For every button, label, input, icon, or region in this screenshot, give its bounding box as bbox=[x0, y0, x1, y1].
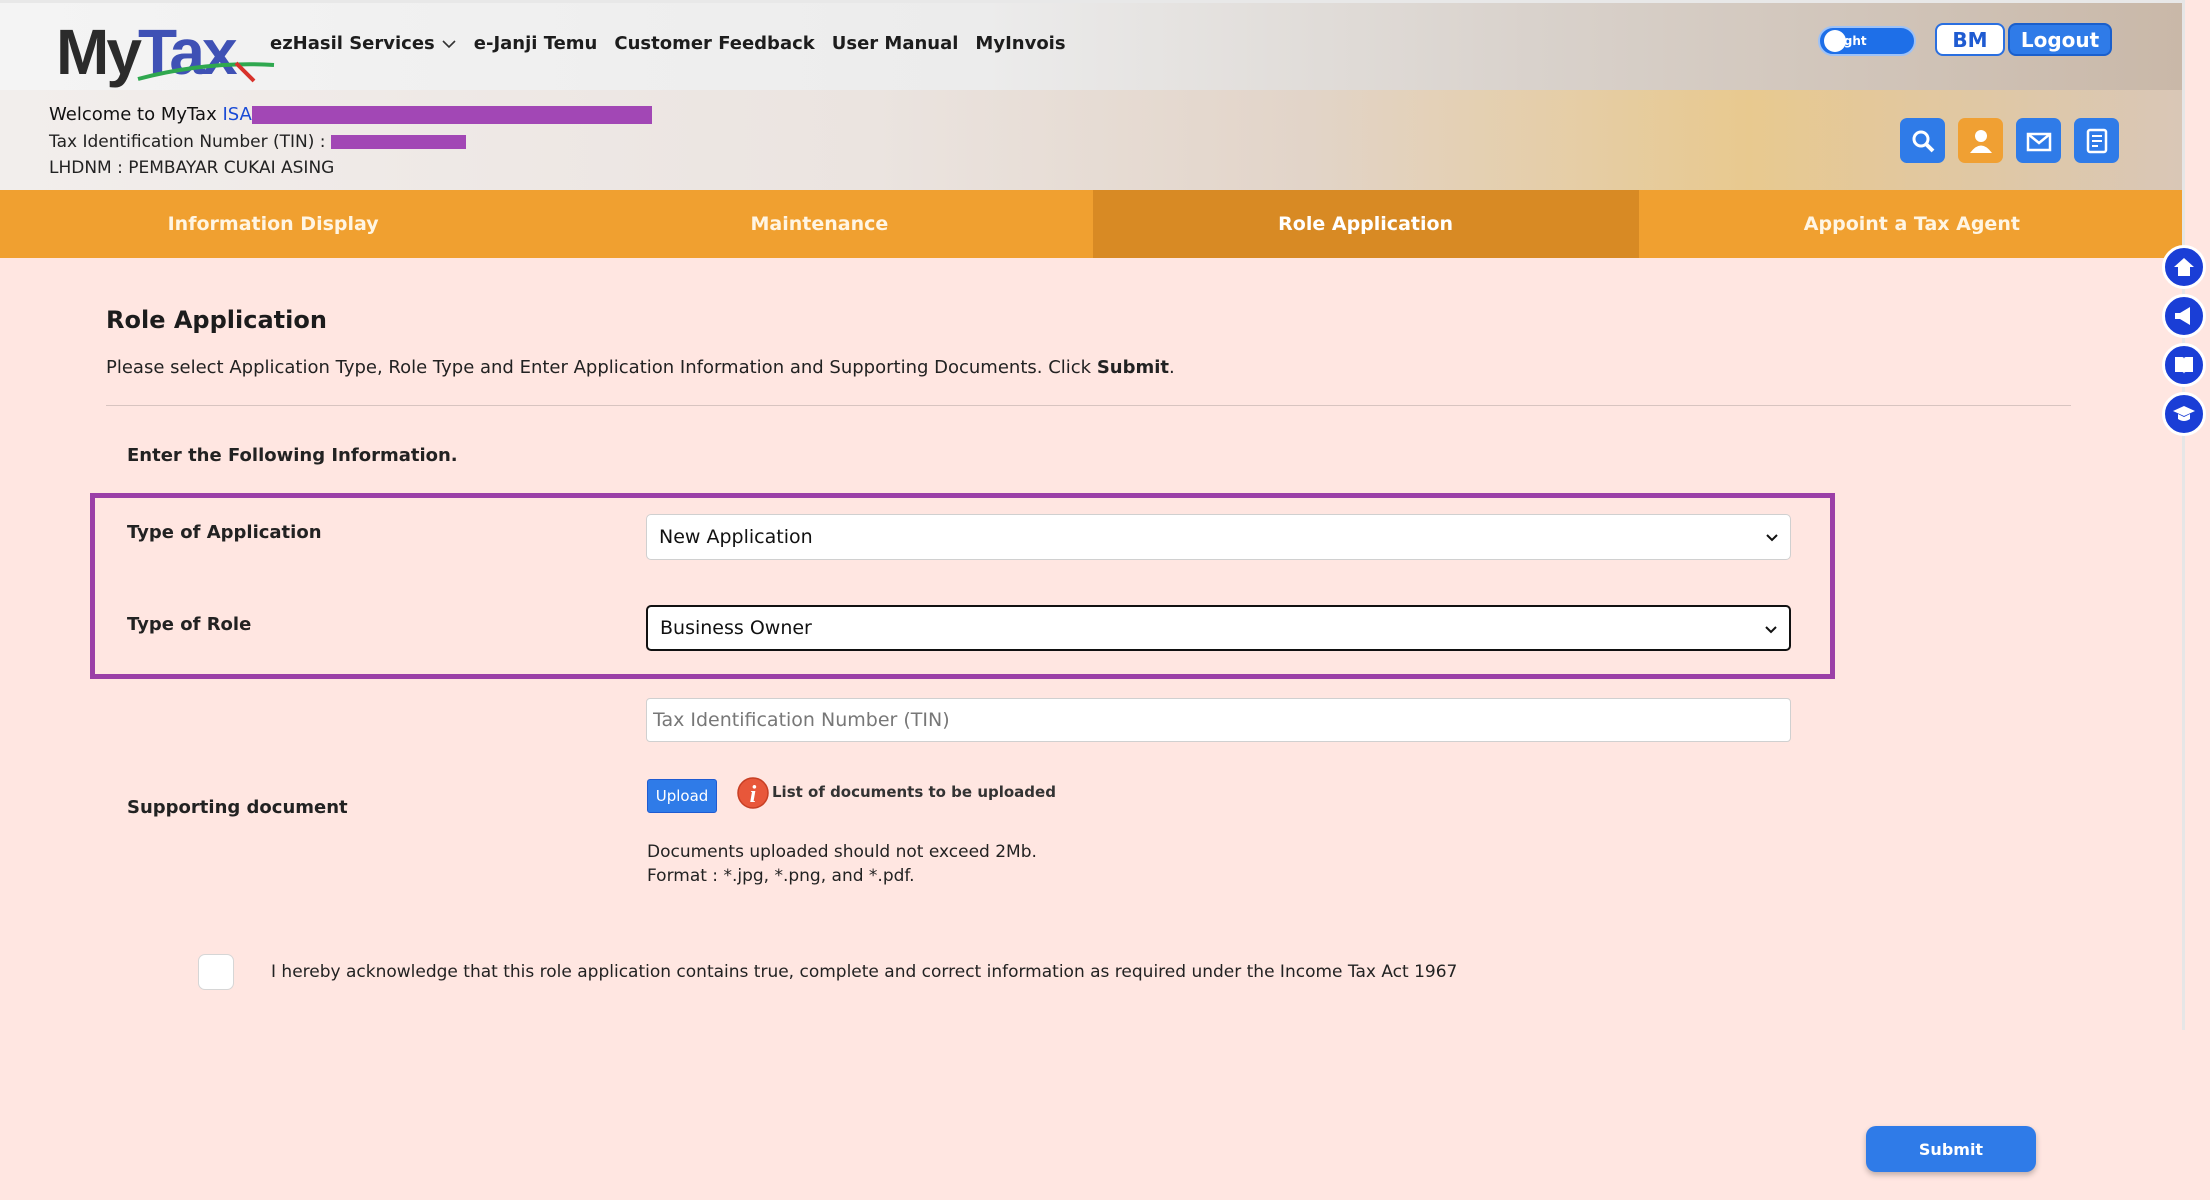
welcome-name: ISA bbox=[222, 104, 252, 125]
acknowledgement-text: I hereby acknowledge that this role appl… bbox=[271, 962, 1458, 982]
logout-button[interactable]: Logout bbox=[2008, 23, 2112, 56]
type-of-role-select[interactable]: Business Owner bbox=[646, 605, 1791, 651]
main-nav: ezHasil Services e-Janji Temu Customer F… bbox=[270, 33, 1083, 54]
mail-button[interactable] bbox=[2016, 118, 2061, 163]
profile-button[interactable] bbox=[1958, 118, 2003, 163]
submit-button[interactable]: Submit bbox=[1866, 1126, 2036, 1172]
nav-ezhasil-services[interactable]: ezHasil Services bbox=[270, 33, 457, 54]
tin-input[interactable] bbox=[646, 698, 1791, 742]
svg-text:i: i bbox=[750, 782, 757, 808]
tin-label: Tax Identification Number (TIN) : bbox=[49, 132, 326, 152]
nav-user-manual[interactable]: User Manual bbox=[832, 33, 959, 54]
theme-toggle[interactable]: Light bbox=[1818, 26, 1916, 56]
chevron-down-icon bbox=[442, 39, 456, 48]
home-icon bbox=[2174, 258, 2194, 276]
welcome-prefix: Welcome to MyTax bbox=[49, 104, 223, 125]
type-of-application-select[interactable]: New Application bbox=[646, 514, 1791, 560]
page-title: Role Application bbox=[106, 306, 327, 334]
upload-button[interactable]: Upload bbox=[647, 779, 717, 813]
tab-information-display[interactable]: Information Display bbox=[0, 190, 546, 258]
tin-line: Tax Identification Number (TIN) : bbox=[49, 132, 466, 152]
tab-maintenance[interactable]: Maintenance bbox=[546, 190, 1092, 258]
envelope-icon bbox=[2026, 132, 2051, 151]
instruction-bold: Submit bbox=[1096, 357, 1170, 378]
section-heading: Enter the Following Information. bbox=[127, 445, 458, 466]
megaphone-icon bbox=[2175, 307, 2190, 325]
nav-e-janji-temu[interactable]: e-Janji Temu bbox=[474, 33, 598, 54]
supporting-document-label: Supporting document bbox=[127, 797, 348, 818]
tab-role-application[interactable]: Role Application bbox=[1092, 190, 1639, 258]
announcement-side-button[interactable] bbox=[2162, 294, 2206, 338]
user-icon bbox=[1969, 129, 1992, 153]
search-icon bbox=[1912, 130, 1934, 152]
upload-size-note: Documents uploaded should not exceed 2Mb… bbox=[647, 842, 1037, 862]
logo-text-my: My bbox=[56, 16, 142, 88]
select-value: New Application bbox=[659, 526, 813, 548]
tab-appoint-tax-agent[interactable]: Appoint a Tax Agent bbox=[1639, 190, 2185, 258]
redacted-name bbox=[251, 106, 652, 124]
redacted-tin bbox=[330, 135, 466, 149]
instruction-text: Please select Application Type, Role Typ… bbox=[106, 357, 1175, 378]
chevron-down-icon bbox=[1765, 626, 1777, 634]
education-side-button[interactable] bbox=[2162, 392, 2206, 436]
welcome-text: Welcome to MyTax ISA bbox=[49, 104, 652, 125]
instruction-main: Please select Application Type, Role Typ… bbox=[106, 357, 1097, 378]
quick-icons bbox=[1900, 118, 2119, 163]
graduation-cap-icon bbox=[2173, 406, 2195, 421]
section-divider bbox=[106, 405, 2071, 406]
book-icon bbox=[2175, 357, 2193, 374]
acknowledgement-checkbox[interactable] bbox=[198, 954, 234, 990]
page: My Tax ezHasil Services e-Janji Temu Cus… bbox=[0, 0, 2210, 1200]
tab-bar: Information Display Maintenance Role App… bbox=[0, 190, 2185, 258]
info-icon[interactable]: i bbox=[736, 776, 770, 810]
lhdnm-status: LHDNM : PEMBAYAR CUKAI ASING bbox=[49, 158, 335, 178]
theme-toggle-label: Light bbox=[1832, 34, 1867, 48]
scroll-edge bbox=[2182, 0, 2185, 1030]
documents-button[interactable] bbox=[2074, 118, 2119, 163]
select-value: Business Owner bbox=[660, 617, 812, 639]
nav-customer-feedback[interactable]: Customer Feedback bbox=[614, 33, 814, 54]
side-float-buttons bbox=[2162, 245, 2206, 436]
top-bar: My Tax ezHasil Services e-Janji Temu Cus… bbox=[0, 0, 2185, 90]
language-bm-button[interactable]: BM bbox=[1935, 23, 2005, 56]
upload-format-note: Format : *.jpg, *.png, and *.pdf. bbox=[647, 866, 915, 886]
nav-myinvois[interactable]: MyInvois bbox=[975, 33, 1065, 54]
manual-side-button[interactable] bbox=[2162, 343, 2206, 387]
logo-swoosh-icon bbox=[137, 61, 275, 83]
type-of-application-label: Type of Application bbox=[127, 522, 322, 543]
home-side-button[interactable] bbox=[2162, 245, 2206, 289]
chevron-down-icon bbox=[1766, 534, 1778, 542]
type-of-role-label: Type of Role bbox=[127, 614, 252, 635]
user-info-strip: Welcome to MyTax ISA Tax Identification … bbox=[0, 90, 2185, 190]
search-button[interactable] bbox=[1900, 118, 1945, 163]
instruction-end: . bbox=[1169, 357, 1175, 378]
nav-label: ezHasil Services bbox=[270, 33, 435, 54]
document-list-link[interactable]: List of documents to be uploaded bbox=[772, 783, 1056, 801]
document-icon bbox=[2086, 128, 2107, 153]
mytax-logo[interactable]: My Tax bbox=[56, 15, 275, 88]
